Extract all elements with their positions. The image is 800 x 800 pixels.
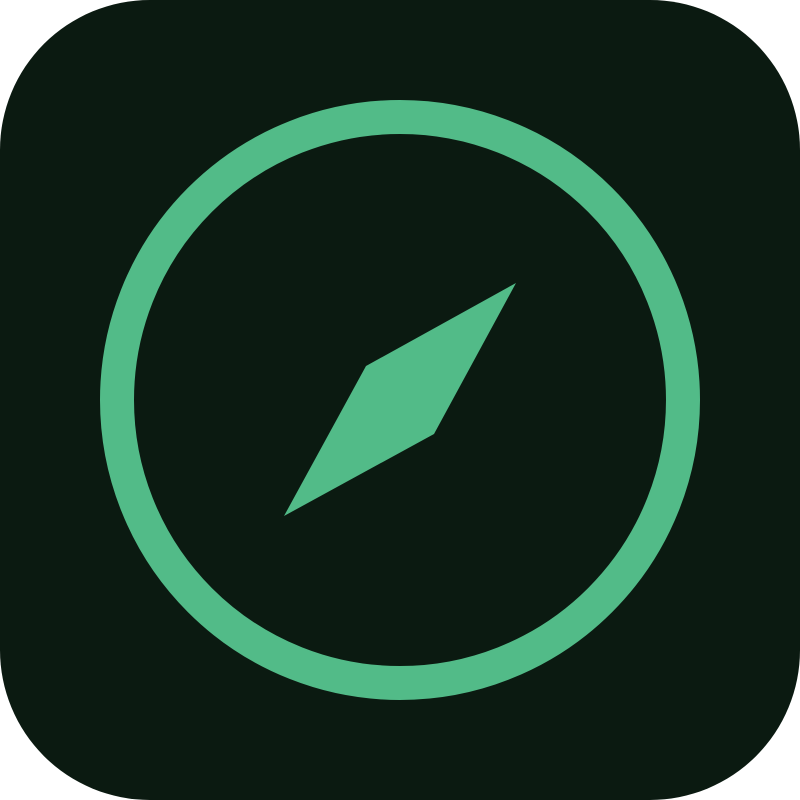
compass-icon [0,0,800,800]
app-icon-canvas [0,0,800,800]
